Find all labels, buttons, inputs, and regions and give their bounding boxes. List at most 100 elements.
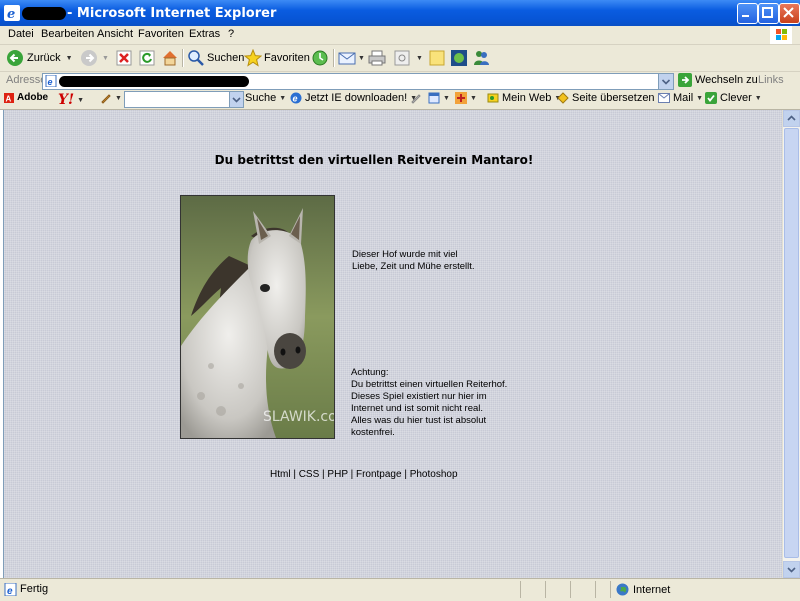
star-icon	[244, 49, 262, 67]
yahoo-button[interactable]: Y! ▼	[58, 92, 84, 108]
svg-text:e: e	[7, 7, 15, 21]
back-dropdown-icon[interactable]: ▼	[66, 55, 73, 62]
menu-help[interactable]: ?	[228, 28, 234, 40]
refresh-button[interactable]	[139, 47, 155, 69]
search-go-label: Suche	[245, 92, 277, 104]
translate-button[interactable]: Seite übersetzen ▼	[557, 92, 665, 104]
forward-arrow-icon	[81, 50, 97, 66]
address-bar: Adresse e Wechseln zu Links	[0, 72, 800, 91]
home-button[interactable]	[161, 47, 179, 69]
plus-dropdown-icon[interactable]: ▼	[470, 95, 477, 102]
toolbar-separator	[182, 49, 184, 67]
forward-dropdown-icon[interactable]: ▼	[102, 55, 109, 62]
search-go-button[interactable]: Suche ▼	[245, 92, 286, 104]
globe-icon	[616, 583, 629, 596]
messenger-icon	[474, 51, 489, 65]
scroll-down-button[interactable]	[783, 561, 800, 578]
window-button[interactable]: ▼	[428, 92, 450, 104]
scroll-thumb[interactable]	[784, 128, 799, 558]
favorites-label: Favoriten	[264, 52, 310, 64]
redacted-title	[22, 7, 66, 20]
svg-text:A: A	[6, 94, 12, 103]
highlight-button[interactable]	[410, 92, 422, 104]
mail-yahoo-dropdown-icon[interactable]: ▼	[696, 95, 703, 102]
window-title: - Microsoft Internet Explorer	[67, 6, 277, 21]
address-dropdown-button[interactable]	[658, 74, 673, 89]
search-label: Suchen	[207, 52, 245, 64]
search-icon	[188, 50, 204, 66]
menu-ansicht[interactable]: Ansicht	[97, 28, 133, 40]
pencil-dropdown-icon[interactable]: ▼	[115, 95, 122, 102]
back-arrow-icon	[7, 50, 23, 66]
messenger-button[interactable]	[472, 47, 490, 69]
ie-download-button[interactable]: e Jetzt IE downloaden! ▼	[290, 92, 417, 104]
intro-line: Liebe, Zeit und Mühe erstellt.	[352, 261, 475, 272]
vertical-scrollbar[interactable]	[782, 110, 800, 578]
yahoo-logo-icon: Y!	[58, 92, 75, 108]
forward-button[interactable]: ▼	[80, 47, 109, 69]
window-icon	[428, 92, 440, 104]
status-divider	[610, 581, 611, 598]
yahoo-search-dropdown[interactable]	[229, 92, 243, 107]
status-divider	[545, 581, 546, 598]
mail-dropdown-icon[interactable]: ▼	[358, 55, 365, 62]
clever-dropdown-icon[interactable]: ▼	[755, 95, 762, 102]
home-icon	[163, 51, 177, 66]
menu-bearbeiten[interactable]: Bearbeiten	[41, 28, 94, 40]
history-button[interactable]	[311, 47, 329, 69]
discuss-button[interactable]	[428, 47, 446, 69]
search-go-dropdown-icon[interactable]: ▼	[279, 95, 286, 102]
ie-logo-icon: e	[4, 5, 20, 21]
notice-line: Achtung:	[351, 367, 389, 378]
clever-label: Clever	[720, 92, 752, 104]
print-button[interactable]	[368, 47, 386, 69]
edit-dropdown-icon[interactable]: ▼	[416, 55, 423, 62]
back-label: Zurück	[27, 52, 61, 64]
address-input[interactable]: e	[42, 73, 674, 90]
menu-datei[interactable]: Datei	[8, 28, 34, 40]
search-button[interactable]: Suchen	[187, 47, 244, 69]
ie-download-label: Jetzt IE downloaden!	[305, 92, 408, 104]
yahoo-toolbar: A Adobe Y! ▼ ▼ Suche ▼ e Jetzt IE downlo…	[0, 90, 800, 110]
intro-line: Dieser Hof wurde mit viel	[352, 249, 458, 260]
minimize-button[interactable]	[737, 3, 758, 24]
close-button[interactable]	[779, 3, 800, 24]
go-button[interactable]: Wechseln zu	[678, 73, 758, 87]
maximize-button[interactable]	[758, 3, 779, 24]
edit-icon	[394, 50, 410, 66]
my-web-label: Mein Web	[502, 92, 552, 104]
title-bar: e - Microsoft Internet Explorer	[0, 0, 800, 26]
go-label: Wechseln zu	[695, 74, 758, 86]
mail-yahoo-label: Mail	[673, 92, 694, 104]
mail-button[interactable]: ▼	[338, 47, 365, 69]
notice-line: Dieses Spiel existiert nur hier im	[351, 391, 487, 402]
menu-extras[interactable]: Extras	[189, 28, 220, 40]
pencil-icon	[101, 94, 111, 104]
favorites-button[interactable]: Favoriten	[244, 47, 310, 69]
zone-label: Internet	[633, 583, 671, 596]
mail-yahoo-button[interactable]: Mail ▼	[658, 92, 703, 104]
back-button[interactable]: Zurück ▼	[6, 47, 73, 69]
links-button[interactable]: Links	[758, 74, 784, 86]
adobe-button[interactable]: A Adobe	[4, 92, 48, 103]
windows-flag-icon	[770, 26, 792, 44]
plus-button[interactable]: ▼	[455, 92, 477, 104]
clever-button[interactable]: Clever ▼	[705, 92, 762, 104]
research-button[interactable]	[450, 47, 468, 69]
my-web-button[interactable]: Mein Web ▼	[487, 92, 561, 104]
notice-text: Achtung: Du betrittst einen virtuellen R…	[351, 367, 511, 439]
pencil-button[interactable]: ▼	[100, 92, 122, 104]
page-heading: Du betrittst den virtuellen Reitverein M…	[214, 153, 534, 167]
history-icon	[312, 50, 328, 66]
yahoo-search-input[interactable]	[124, 91, 244, 108]
scroll-up-button[interactable]	[783, 110, 800, 127]
yahoo-dropdown-icon[interactable]: ▼	[77, 97, 84, 104]
edit-button[interactable]: ▼	[394, 47, 423, 69]
address-label: Adresse	[6, 74, 47, 86]
translate-icon	[557, 92, 569, 104]
status-divider	[595, 581, 596, 598]
stop-button[interactable]	[116, 47, 132, 69]
translate-label: Seite übersetzen	[572, 92, 655, 104]
menu-favoriten[interactable]: Favoriten	[138, 28, 184, 40]
window-dropdown-icon[interactable]: ▼	[443, 95, 450, 102]
